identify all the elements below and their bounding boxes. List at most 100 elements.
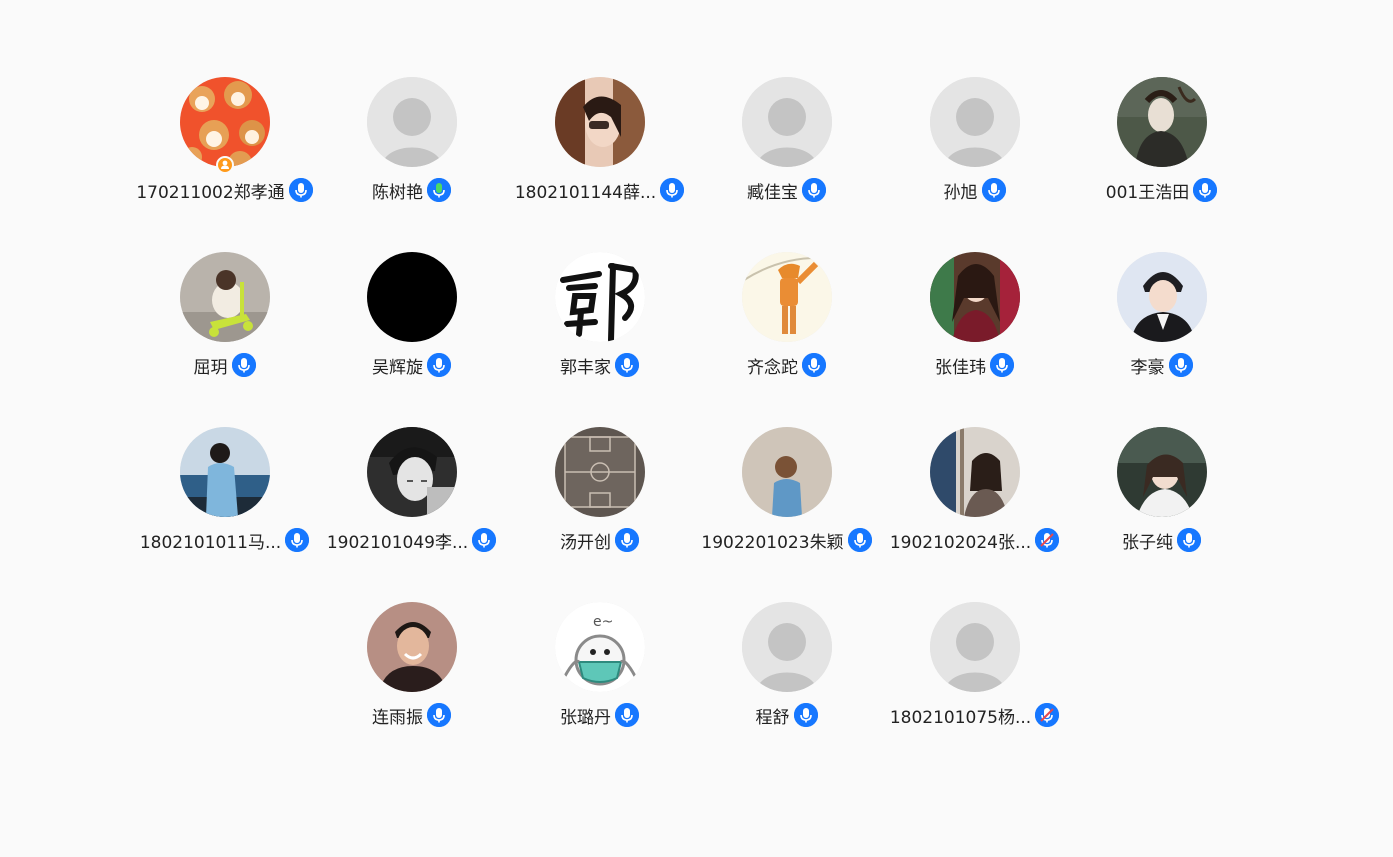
participant-name: 齐念跎 [747, 357, 798, 378]
avatar[interactable] [742, 77, 832, 167]
participant-tile[interactable]: 陈树艳 [318, 77, 505, 212]
avatar[interactable] [1117, 427, 1207, 517]
mic-icon[interactable] [990, 353, 1014, 377]
mic-icon[interactable] [615, 703, 639, 727]
participant-tile[interactable]: 郭丰家 [506, 252, 693, 387]
participant-name-row: 屈玥 [131, 352, 318, 378]
participant-name: 1902101049李... [326, 532, 469, 553]
avatar[interactable] [180, 77, 270, 167]
participant-tile[interactable]: 吴辉旋 [318, 252, 505, 387]
participant-tile[interactable]: 1902101049李... [318, 427, 505, 562]
participant-tile[interactable]: 张子纯 [1068, 427, 1255, 562]
participant-name: 张子纯 [1122, 532, 1173, 553]
participant-tile[interactable]: 屈玥 [131, 252, 318, 387]
participant-name: 屈玥 [193, 357, 228, 378]
mic-icon[interactable] [660, 178, 685, 202]
avatar[interactable] [930, 427, 1020, 517]
participant-name: 李豪 [1130, 357, 1165, 378]
avatar[interactable]: e~ [555, 602, 645, 692]
participant-name: 1802101011马... [139, 532, 282, 553]
participant-name-row: 1902102024张... [881, 527, 1068, 553]
participant-tile[interactable]: 1802101011马... [131, 427, 318, 562]
avatar[interactable] [1117, 77, 1207, 167]
mic-icon[interactable] [1193, 178, 1218, 202]
mic-icon[interactable] [981, 178, 1006, 202]
participant-name-row: 张佳玮 [881, 352, 1068, 378]
avatar[interactable] [1117, 252, 1207, 342]
mic-icon[interactable] [615, 528, 639, 552]
host-badge-icon [216, 156, 234, 174]
mic-icon[interactable] [427, 353, 451, 377]
participant-name-row: 臧佳宝 [693, 177, 880, 203]
participant-tile[interactable]: 孙旭 [881, 77, 1068, 212]
participant-name-row: 张璐丹 [506, 702, 693, 728]
avatar[interactable] [555, 77, 645, 167]
participant-name: 吴辉旋 [372, 357, 423, 378]
participant-name-row: 1902201023朱颖 [693, 527, 880, 553]
svg-text:e~: e~ [593, 614, 613, 630]
participant-name-row: 汤开创 [506, 527, 693, 553]
avatar[interactable] [930, 252, 1020, 342]
avatar[interactable] [367, 252, 457, 342]
participant-tile[interactable]: 齐念跎 [693, 252, 880, 387]
avatar[interactable] [742, 602, 832, 692]
participant-name: 张璐丹 [560, 707, 611, 728]
participant-tile[interactable]: 连雨振 [318, 602, 505, 737]
mic-icon[interactable] [285, 528, 310, 552]
participant-name-row: 1802101144薛... [506, 177, 693, 203]
participant-name: 臧佳宝 [747, 182, 798, 203]
participant-name-row: 齐念跎 [693, 352, 880, 378]
avatar[interactable] [180, 427, 270, 517]
participant-name-row: 001王浩田 [1068, 177, 1255, 203]
participant-tile[interactable]: 001王浩田 [1068, 77, 1255, 212]
mic-icon[interactable] [472, 528, 497, 552]
participant-name: 陈树艳 [372, 182, 423, 203]
mic-icon[interactable] [802, 178, 826, 202]
mic-icon[interactable] [288, 178, 313, 202]
participant-name-row: 1902101049李... [318, 527, 505, 553]
mic-icon[interactable] [793, 703, 818, 727]
participant-tile[interactable]: 张佳玮 [881, 252, 1068, 387]
mic-icon[interactable] [231, 353, 256, 377]
participant-name-row: 张子纯 [1068, 527, 1255, 553]
participant-tile[interactable]: 1802101075杨... [881, 602, 1068, 737]
participant-tile[interactable]: 1902201023朱颖 [693, 427, 880, 562]
mic-icon[interactable] [427, 703, 451, 727]
participant-name-row: 170211002郑孝通 [131, 177, 318, 203]
participant-tile[interactable]: e~ 张璐丹 [506, 602, 693, 737]
participant-name: 汤开创 [560, 532, 611, 553]
avatar[interactable] [555, 252, 645, 342]
participant-tile[interactable]: 汤开创 [506, 427, 693, 562]
mic-muted-icon[interactable] [1035, 528, 1060, 552]
participant-name-row: 陈树艳 [318, 177, 505, 203]
mic-icon[interactable] [847, 528, 872, 552]
avatar[interactable] [742, 427, 832, 517]
avatar[interactable] [180, 252, 270, 342]
participant-name: 孙旭 [943, 182, 978, 203]
participant-name-row: 连雨振 [318, 702, 505, 728]
avatar[interactable] [930, 602, 1020, 692]
participant-name: 170211002郑孝通 [136, 182, 285, 203]
participant-name-row: 程舒 [693, 702, 880, 728]
avatar[interactable] [367, 602, 457, 692]
avatar[interactable] [930, 77, 1020, 167]
participant-tile[interactable]: 程舒 [693, 602, 880, 737]
participant-name-row: 郭丰家 [506, 352, 693, 378]
avatar[interactable] [555, 427, 645, 517]
participant-tile[interactable]: 170211002郑孝通 [131, 77, 318, 212]
mic-icon[interactable] [1168, 353, 1193, 377]
participant-tile[interactable]: 李豪 [1068, 252, 1255, 387]
mic-icon[interactable] [615, 353, 639, 377]
participant-name: 001王浩田 [1105, 182, 1190, 203]
mic-icon[interactable] [802, 353, 826, 377]
participant-tile[interactable]: 1902102024张... [881, 427, 1068, 562]
avatar[interactable] [367, 77, 457, 167]
avatar[interactable] [367, 427, 457, 517]
mic-speaking-icon[interactable] [427, 178, 451, 202]
participant-tile[interactable]: 臧佳宝 [693, 77, 880, 212]
participant-name-row: 孙旭 [881, 177, 1068, 203]
mic-icon[interactable] [1177, 528, 1201, 552]
avatar[interactable] [742, 252, 832, 342]
mic-muted-icon[interactable] [1035, 703, 1060, 727]
participant-tile[interactable]: 1802101144薛... [506, 77, 693, 212]
